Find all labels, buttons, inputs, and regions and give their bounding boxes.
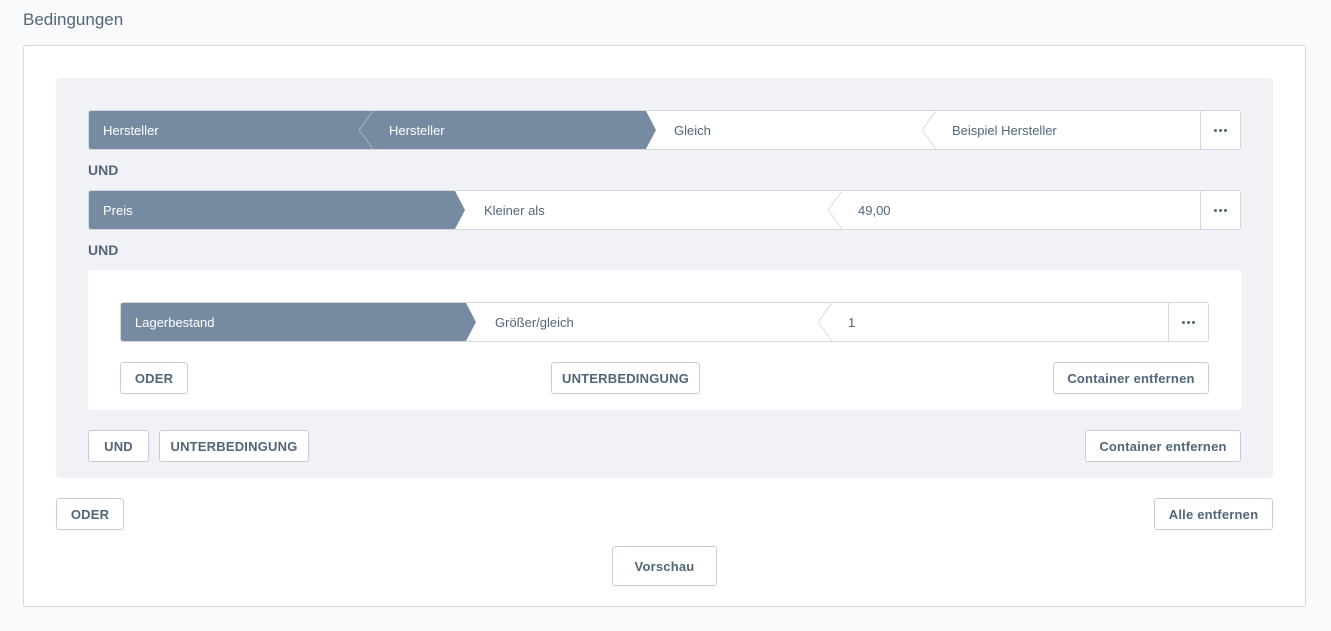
condition-more-button[interactable] <box>1200 111 1240 149</box>
outer-and-button[interactable]: UND <box>88 430 149 462</box>
inner-subcondition-button[interactable]: UNTERBEDINGUNG <box>551 362 700 394</box>
condition-operator-segment[interactable]: Gleich <box>646 111 923 149</box>
condition-row-manufacturer: Hersteller Hersteller Gleich Beispiel He… <box>88 110 1241 150</box>
inner-remove-container-button[interactable]: Container entfernen <box>1053 362 1209 394</box>
inner-or-button[interactable]: ODER <box>120 362 188 394</box>
condition-value-segment[interactable]: 1 <box>818 303 1168 341</box>
condition-more-button[interactable] <box>1200 191 1240 229</box>
condition-field-segment[interactable]: Lagerbestand <box>121 303 476 341</box>
page-title: Bedingungen <box>23 10 124 29</box>
condition-field-label: Lagerbestand <box>135 314 215 330</box>
ellipsis-icon <box>1182 320 1195 324</box>
condition-container: Hersteller Hersteller Gleich Beispiel He… <box>56 78 1273 478</box>
condition-operator-label: Gleich <box>674 122 711 138</box>
condition-field-segment[interactable]: Preis <box>89 191 465 229</box>
condition-value-label: Beispiel Hersteller <box>952 122 1057 138</box>
condition-value-label: 1 <box>848 314 856 330</box>
ellipsis-icon <box>1214 208 1227 212</box>
condition-operator-segment[interactable]: Größer/gleich <box>466 303 819 341</box>
outer-remove-container-button[interactable]: Container entfernen <box>1085 430 1241 462</box>
sub-condition-container: Lagerbestand Größer/gleich 1 ODER UNTERB… <box>88 270 1241 410</box>
outer-subcondition-button[interactable]: UNTERBEDINGUNG <box>159 430 309 462</box>
condition-field-segment[interactable]: Hersteller <box>89 111 370 149</box>
and-connector-label: UND <box>88 242 119 258</box>
or-button[interactable]: ODER <box>56 498 124 530</box>
condition-more-button[interactable] <box>1168 303 1208 341</box>
condition-value-segment[interactable]: 49,00 <box>828 191 1201 229</box>
condition-row-stock: Lagerbestand Größer/gleich 1 <box>120 302 1209 342</box>
condition-operator-segment[interactable]: Kleiner als <box>455 191 829 229</box>
and-connector-label: UND <box>88 162 119 178</box>
condition-operator-label: Größer/gleich <box>495 314 574 330</box>
condition-field-label: Hersteller <box>103 122 159 138</box>
condition-value-label: 49,00 <box>858 202 891 218</box>
condition-operator-label: Kleiner als <box>484 202 545 218</box>
condition-subfield-label: Hersteller <box>389 122 445 138</box>
remove-all-button[interactable]: Alle entfernen <box>1154 498 1273 530</box>
condition-field-label: Preis <box>103 202 133 218</box>
condition-value-segment[interactable]: Beispiel Hersteller <box>922 111 1201 149</box>
condition-subfield-segment[interactable]: Hersteller <box>359 111 656 149</box>
condition-row-price: Preis Kleiner als 49,00 <box>88 190 1241 230</box>
conditions-card: Hersteller Hersteller Gleich Beispiel He… <box>23 45 1306 607</box>
ellipsis-icon <box>1214 128 1227 132</box>
preview-button[interactable]: Vorschau <box>612 546 717 586</box>
